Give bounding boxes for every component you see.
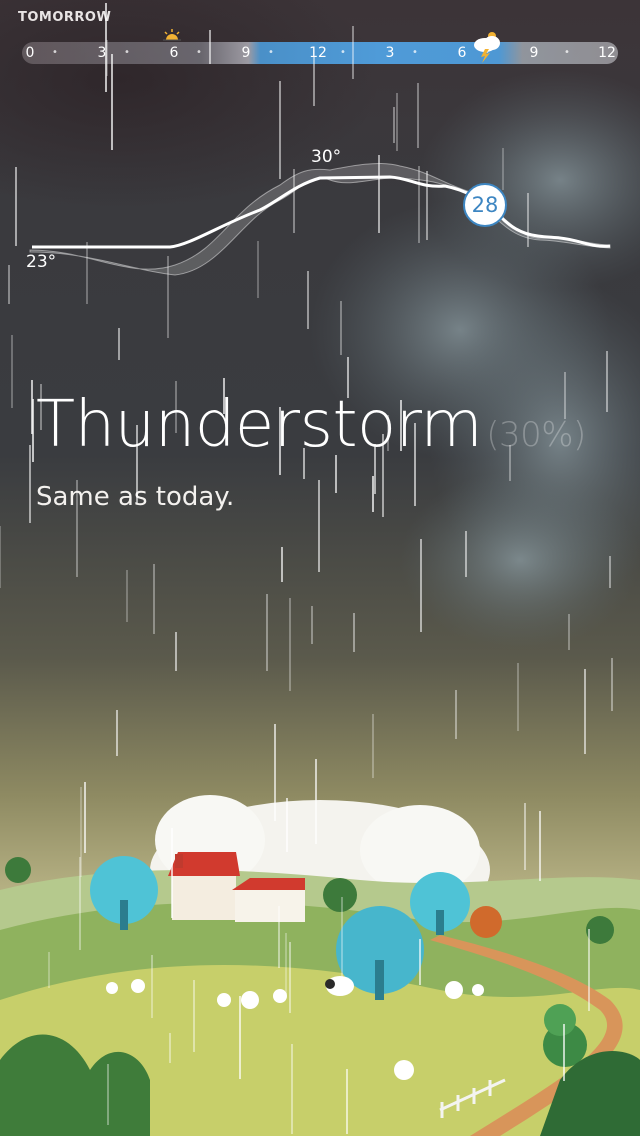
timeline-tick: 9 — [241, 45, 251, 61]
house-shape — [172, 872, 236, 920]
timeline-tick: 3 — [97, 45, 107, 61]
temperature-band — [29, 162, 611, 276]
house-shape — [235, 888, 305, 922]
condition-name: Thunderstorm — [36, 388, 483, 462]
condition-heading: Thunderstorm (30%) — [36, 388, 586, 462]
sun-icon — [163, 29, 181, 41]
timeline-tick-dot: • — [564, 47, 570, 58]
timeline-tick-dot: • — [412, 47, 418, 58]
day-title: TOMORROW — [18, 10, 112, 25]
timeline-tick-dot: • — [124, 47, 130, 58]
timeline-tick-dot: • — [340, 47, 346, 58]
precipitation-chance: (30%) — [486, 415, 586, 455]
forecast-summary: Same as today. — [36, 482, 235, 512]
landscape-illustration — [0, 795, 640, 1136]
timeline-tick: 6 — [169, 45, 179, 61]
hourly-timeline[interactable]: 0 • 3 • 6 • 9 • 12 • 3 • 6 • 9 • 12 — [22, 42, 618, 64]
temperature-high-label: 30° — [311, 147, 342, 167]
timeline-tick: 12 — [309, 45, 327, 61]
timeline-tick: 3 — [385, 45, 395, 61]
timeline-tick: 6 — [457, 45, 467, 61]
timeline-tick: 12 — [598, 45, 616, 61]
thunderstorm-icon — [474, 32, 500, 63]
timeline-tick: 0 — [25, 45, 35, 61]
timeline-tick-dot: • — [196, 47, 202, 58]
temperature-low-label: 23° — [26, 252, 57, 272]
timeline-tick-dot: • — [268, 47, 274, 58]
current-temperature-badge[interactable]: 28 — [463, 183, 507, 227]
timeline-tick: 9 — [529, 45, 539, 61]
timeline-tick-dot: • — [52, 47, 58, 58]
